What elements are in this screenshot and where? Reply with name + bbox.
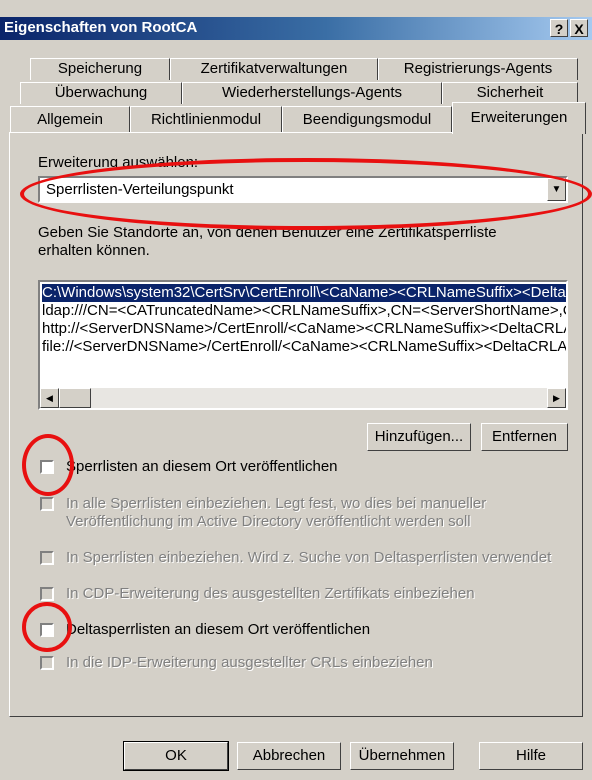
help-title-button[interactable]: ? [550, 19, 568, 37]
description-line-1: Geben Sie Standorte an, von denen Benutz… [38, 224, 497, 241]
extension-select-label: Erweiterung auswählen: [38, 154, 199, 171]
scroll-right-icon[interactable]: ▶ [547, 388, 566, 408]
include-all-crls-checkbox[interactable] [40, 497, 54, 511]
list-item[interactable]: file://<ServerDNSName>/CertEnroll/<CaNam… [42, 338, 566, 356]
ok-button[interactable]: OK [123, 741, 229, 771]
tab-sicherheit[interactable]: Sicherheit [442, 82, 578, 104]
include-idp-label: In die IDP-Erweiterung ausgestellter CRL… [66, 654, 433, 671]
include-cdp-label: In CDP-Erweiterung des ausgestellten Zer… [66, 585, 475, 602]
include-all-crls-label: In alle Sperrlisten einbeziehen. Legt fe… [66, 495, 487, 512]
extension-select-value: Sperrlisten-Verteilungspunkt [46, 181, 234, 198]
apply-button[interactable]: Übernehmen [350, 742, 454, 770]
remove-button[interactable]: Entfernen [481, 423, 568, 451]
list-item[interactable]: http://<ServerDNSName>/CertEnroll/<CaNam… [42, 320, 566, 338]
include-idp-checkbox[interactable] [40, 656, 54, 670]
include-all-crls-label-2: Veröffentlichung im Active Directory ver… [66, 513, 471, 530]
tab-allgemein[interactable]: Allgemein [10, 106, 130, 133]
help-button[interactable]: Hilfe [479, 742, 583, 770]
add-button[interactable]: Hinzufügen... [367, 423, 471, 451]
tab-wiederherstellungs-agents[interactable]: Wiederherstellungs-Agents [182, 82, 442, 104]
publish-delta-crl-label: Deltasperrlisten an diesem Ort veröffent… [66, 621, 371, 638]
scroll-left-icon[interactable]: ◀ [40, 388, 59, 408]
scroll-thumb[interactable] [59, 388, 91, 408]
include-in-crls-checkbox[interactable] [40, 551, 54, 565]
extension-select[interactable]: Sperrlisten-Verteilungspunkt ▼ [38, 176, 568, 203]
include-in-crls-label: In Sperrlisten einbeziehen. Wird z. Such… [66, 549, 552, 566]
tab-erweiterungen[interactable]: Erweiterungen [452, 102, 586, 134]
window-title: Eigenschaften von RootCA [4, 19, 198, 36]
list-item[interactable]: ldap:///CN=<CATruncatedName><CRLNameSuff… [42, 302, 566, 320]
publish-delta-crl-checkbox[interactable] [40, 623, 54, 637]
tab-speicherung[interactable]: Speicherung [30, 58, 170, 80]
list-item[interactable]: C:\Windows\system32\CertSrv\CertEnroll\<… [42, 284, 566, 302]
horizontal-scrollbar[interactable]: ◀ ▶ [40, 388, 566, 408]
close-title-button[interactable]: X [570, 19, 588, 37]
publish-crl-label: Sperrlisten an diesem Ort veröffentliche… [66, 458, 338, 475]
tab-ueberwachung[interactable]: Überwachung [20, 82, 182, 104]
description-line-2: erhalten können. [38, 242, 150, 259]
properties-dialog: Eigenschaften von RootCA ? X Speicherung… [0, 0, 592, 780]
publish-crl-checkbox[interactable] [40, 460, 54, 474]
tab-registrierungs-agents[interactable]: Registrierungs-Agents [378, 58, 578, 80]
cancel-button[interactable]: Abbrechen [237, 742, 341, 770]
location-list[interactable]: C:\Windows\system32\CertSrv\CertEnroll\<… [38, 280, 568, 410]
tab-zertifikatverwaltungen[interactable]: Zertifikatverwaltungen [170, 58, 378, 80]
title-bar[interactable]: Eigenschaften von RootCA ? X [0, 17, 592, 40]
tab-beendigungsmodul[interactable]: Beendigungsmodul [282, 106, 452, 133]
tab-richtlinienmodul[interactable]: Richtlinienmodul [130, 106, 282, 133]
dropdown-arrow-icon[interactable]: ▼ [547, 178, 566, 201]
include-cdp-checkbox[interactable] [40, 587, 54, 601]
